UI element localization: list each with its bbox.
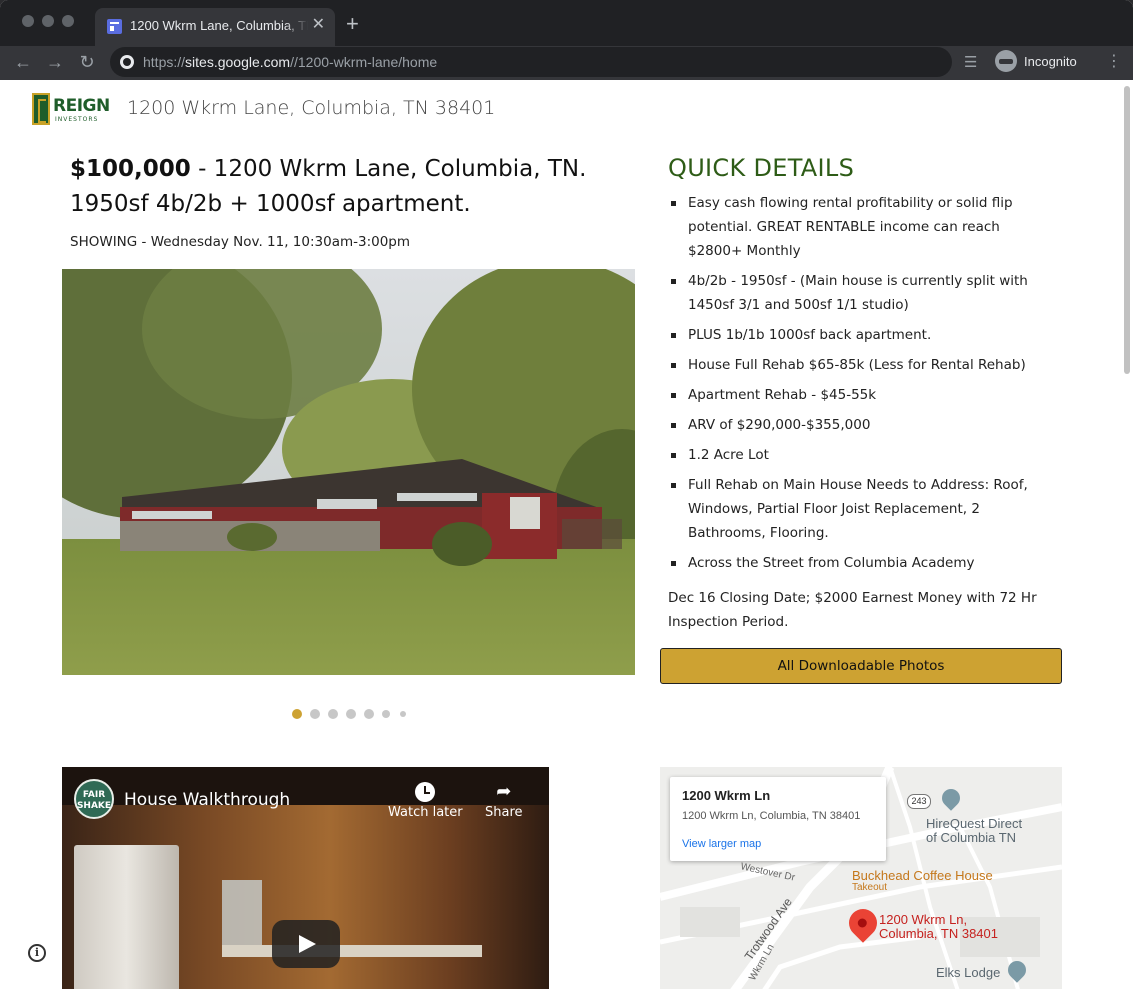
reload-icon[interactable]: ↻ <box>76 51 98 73</box>
poi-hirequest-line-1: HireQuest Direct <box>926 816 1023 831</box>
quick-detail-item: Across the Street from Columbia Academy <box>671 551 1058 575</box>
carousel-dot[interactable] <box>346 709 356 719</box>
share-button[interactable]: ➦ Share <box>485 779 523 820</box>
incognito-label[interactable]: Incognito <box>1024 54 1077 69</box>
quick-detail-item: Apartment Rehab - $45-55k <box>671 383 1058 407</box>
watch-later-label: Watch later <box>388 805 463 820</box>
forward-arrow-icon[interactable]: → <box>44 51 66 73</box>
zoom-window-button[interactable] <box>62 15 74 27</box>
video-title[interactable]: House Walkthrough <box>124 790 290 810</box>
channel-avatar-bottom: SHAKE <box>76 801 112 811</box>
back-arrow-icon[interactable]: ← <box>12 51 34 73</box>
view-larger-map-link[interactable]: View larger map <box>682 838 761 850</box>
tab-title: 1200 Wkrm Lane, Columbia, TN 38401 <box>130 18 308 33</box>
thumbnail-fridge <box>74 845 179 989</box>
channel-avatar[interactable]: FAIR SHAKE <box>74 779 114 819</box>
clock-icon <box>415 782 436 802</box>
youtube-video-embed[interactable]: FAIR SHAKE House Walkthrough Watch later… <box>62 767 549 989</box>
google-map-embed[interactable]: 1200 Wkrm Ln 1200 Wkrm Ln, Columbia, TN … <box>660 767 1062 989</box>
pin-label-line-1: 1200 Wkrm Ln, <box>879 912 968 927</box>
logo-text: REIGN <box>53 96 110 116</box>
quick-detail-item: 1.2 Acre Lot <box>671 443 1058 467</box>
poi-coffee[interactable]: Buckhead Coffee House <box>852 868 993 883</box>
page-content: REIGN INVESTORS 1200 Wkrm Lane, Columbia… <box>0 80 1133 989</box>
info-icon[interactable]: i <box>28 944 46 962</box>
google-sites-icon <box>107 19 122 34</box>
browser-window: 1200 Wkrm Lane, Columbia, TN 38401 ✕ + ←… <box>0 0 1133 989</box>
route-shield: 243 <box>907 794 931 809</box>
incognito-icon[interactable] <box>995 50 1017 72</box>
new-tab-button[interactable]: + <box>346 12 359 36</box>
map-info-card: 1200 Wkrm Ln 1200 Wkrm Ln, Columbia, TN … <box>670 777 886 861</box>
tab-bar: 1200 Wkrm Lane, Columbia, TN 38401 ✕ + <box>0 0 1133 46</box>
poi-hirequest[interactable]: HireQuest Direct of Columbia TN <box>926 817 1022 845</box>
browser-toolbar: ← → ↻ https://sites.google.com//1200-wkr… <box>0 46 1133 80</box>
thumbnail-window <box>222 880 262 950</box>
watch-later-button[interactable]: Watch later <box>388 779 463 820</box>
quick-detail-item: PLUS 1b/1b 1000sf back apartment. <box>671 323 1058 347</box>
pin-label: 1200 Wkrm Ln, Columbia, TN 38401 <box>879 913 998 941</box>
carousel-dot[interactable] <box>328 709 338 719</box>
showing-time: SHOWING - Wednesday Nov. 11, 10:30am-3:0… <box>70 234 411 250</box>
quick-detail-item: ARV of $290,000-$355,000 <box>671 413 1058 437</box>
house-photo-carousel[interactable] <box>62 269 635 675</box>
share-arrow-icon: ➦ <box>496 781 512 802</box>
site-info-icon[interactable] <box>120 55 134 69</box>
pin-label-line-2: Columbia, TN 38401 <box>879 926 998 941</box>
minimize-window-button[interactable] <box>42 15 54 27</box>
map-card-title: 1200 Wkrm Ln <box>682 788 771 803</box>
listing-price: $100,000 <box>70 156 191 182</box>
poi-hirequest-line-2: of Columbia TN <box>926 830 1017 845</box>
quick-detail-item: Full Rehab on Main House Needs to Addres… <box>671 473 1058 545</box>
url-text: https://sites.google.com//1200-wkrm-lane… <box>143 54 438 70</box>
browser-tab-active[interactable]: 1200 Wkrm Lane, Columbia, TN 38401 ✕ <box>95 8 335 46</box>
quick-detail-item: Easy cash flowing rental profitability o… <box>671 191 1058 263</box>
carousel-dot[interactable] <box>292 709 302 719</box>
menu-kebab-icon[interactable]: ⋮ <box>1106 51 1122 71</box>
logo-subtext: INVESTORS <box>55 116 99 123</box>
channel-avatar-top: FAIR <box>82 790 106 800</box>
quick-detail-item: 4b/2b - 1950sf - (Main house is currentl… <box>671 269 1058 317</box>
quick-detail-item: House Full Rehab $65-85k (Less for Renta… <box>671 353 1058 377</box>
quick-details-title: QUICK DETAILS <box>668 154 855 182</box>
play-button[interactable] <box>272 920 340 968</box>
carousel-dot[interactable] <box>382 710 390 718</box>
downloadable-photos-button[interactable]: All Downloadable Photos <box>660 648 1062 684</box>
share-label: Share <box>485 805 523 820</box>
poi-coffee-sub: Takeout <box>852 882 888 893</box>
close-window-button[interactable] <box>22 15 34 27</box>
house-photo <box>62 269 635 675</box>
page-scrollbar[interactable] <box>1124 86 1130 374</box>
media-control-icon[interactable]: ☰ <box>964 53 977 71</box>
site-title[interactable]: 1200 Wkrm Lane, Columbia, TN 38401 <box>127 97 495 119</box>
logo-mark <box>32 93 50 125</box>
quick-details-list: Easy cash flowing rental profitability o… <box>671 191 1058 581</box>
carousel-dot[interactable] <box>364 709 374 719</box>
closing-details: Dec 16 Closing Date; $2000 Earnest Money… <box>668 590 1037 630</box>
address-bar[interactable]: https://sites.google.com//1200-wkrm-lane… <box>110 47 952 77</box>
tab-close-icon[interactable]: ✕ <box>312 16 325 34</box>
carousel-dot[interactable] <box>400 711 406 717</box>
carousel-dot[interactable] <box>310 709 320 719</box>
thumbnail-counter <box>222 945 482 957</box>
listing-headline: $100,000 - 1200 Wkrm Lane, Columbia, TN.… <box>70 152 610 222</box>
map-card-address: 1200 Wkrm Ln, Columbia, TN 38401 <box>682 810 861 822</box>
reign-investors-logo[interactable]: REIGN INVESTORS <box>32 93 112 125</box>
poi-elks[interactable]: Elks Lodge <box>936 965 1000 980</box>
